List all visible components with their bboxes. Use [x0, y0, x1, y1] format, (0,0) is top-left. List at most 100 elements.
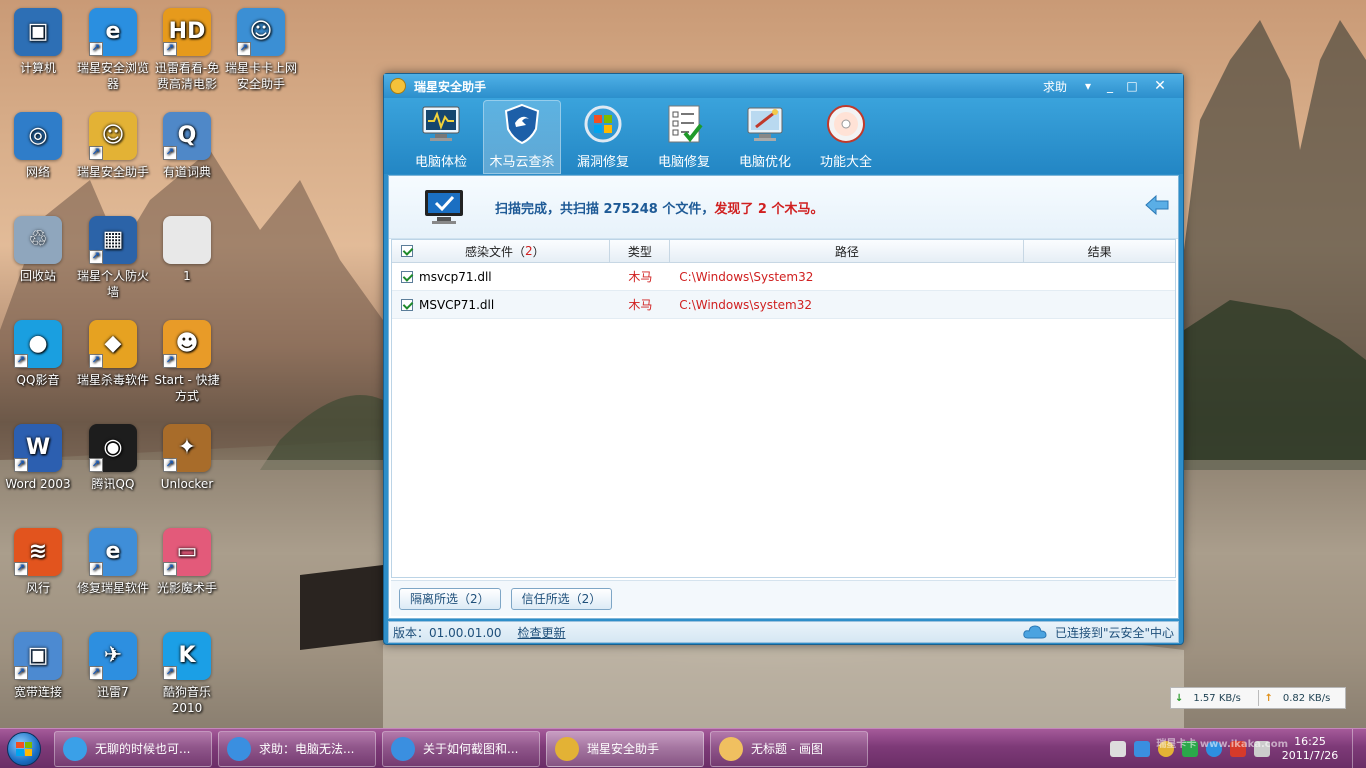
scan-status-banner: 扫描完成，共扫描 275248 个文件，发现了 2 个木马。 [389, 176, 1178, 239]
desktop-icon[interactable]: ☺ ↗ 瑞星安全助手 [76, 112, 150, 180]
task-label: 无聊的时候也可... [95, 742, 191, 756]
desktop-icon[interactable]: Q ↗ 有道词典 [150, 112, 224, 180]
desktop-icon[interactable]: ☺ ↗ 瑞星卡卡上网安全助手 [224, 8, 298, 92]
tool-label: 电脑优化 [738, 155, 791, 170]
desktop-icon[interactable]: ◉ ↗ 腾讯QQ [76, 424, 150, 492]
desktop-icon[interactable]: ◎ 网络 [1, 112, 75, 180]
row-checkbox[interactable] [401, 298, 413, 311]
menu-dropdown-button[interactable]: ▾ [1077, 77, 1099, 95]
quarantine-selected-button[interactable]: 隔离所选（2） [399, 587, 501, 610]
tab-all-features[interactable]: 功能大全 [807, 100, 885, 174]
desktop-icon[interactable]: 1 [150, 216, 224, 284]
shortcut-arrow-icon: ↗ [89, 146, 103, 160]
select-all-checkbox[interactable] [401, 245, 413, 257]
desktop-icon[interactable]: ✦ ↗ Unlocker [150, 424, 224, 492]
desktop-icon[interactable]: HD ↗ 迅雷看看-免费高清电影 [150, 8, 224, 92]
desktop-icon-label: 网络 [25, 165, 50, 179]
desktop-app-icon: ▭ ↗ [163, 528, 211, 576]
desktop-icon[interactable]: e ↗ 瑞星安全浏览器 [76, 8, 150, 92]
help-link[interactable]: 求助 [1043, 78, 1067, 95]
network-speed-widget[interactable]: ↓ 1.57 KB/s ↑ 0.82 KB/s [1170, 687, 1346, 709]
upload-speed: 0.82 KB/s [1282, 692, 1331, 704]
back-arrow-icon[interactable] [1144, 194, 1170, 216]
tab-pc-repair[interactable]: 电脑修复 [645, 100, 723, 174]
desktop-icon[interactable]: ♲ 回收站 [1, 216, 75, 284]
desktop-icon[interactable]: ◆ ↗ 瑞星杀毒软件 [76, 320, 150, 388]
trust-selected-button[interactable]: 信任所选（2） [510, 587, 613, 610]
tab-vulnerability-fix[interactable]: 漏洞修复 [564, 100, 642, 174]
desktop-icon[interactable]: K ↗ 酷狗音乐 2010 [150, 632, 224, 716]
task-app-icon [391, 736, 415, 761]
desktop-icon-label: 瑞星杀毒软件 [76, 373, 149, 387]
watermark: 瑞星卡卡 www.ikaka.com [1156, 739, 1288, 750]
app-logo-icon [390, 78, 406, 94]
table-row[interactable]: msvcp71.dll 木马 C:\Windows\System32 [392, 263, 1175, 291]
taskbar-task[interactable]: 无聊的时候也可... [54, 730, 212, 767]
taskbar-task[interactable]: 瑞星安全助手 [546, 730, 704, 767]
header-type[interactable]: 类型 [610, 240, 671, 262]
desktop-app-icon [163, 216, 211, 264]
row-checkbox[interactable] [401, 270, 413, 283]
tool-label: 功能大全 [819, 155, 872, 170]
taskbar: 无聊的时候也可... 求助：电脑无法... 关于如何截图和... 瑞星安全助手 无标题 … [0, 728, 1366, 768]
desktop-icon[interactable]: ▣ ↗ 宽带连接 [1, 632, 75, 700]
tab-pc-optimize[interactable]: 电脑优化 [726, 100, 804, 174]
clock-date: 2011/7/26 [1281, 749, 1339, 762]
taskbar-task[interactable]: 求助：电脑无法... [218, 730, 376, 767]
desktop-icon[interactable]: e ↗ 修复瑞星软件 [76, 528, 150, 596]
desktop-app-icon: ◆ ↗ [89, 320, 137, 368]
shortcut-arrow-icon: ↗ [163, 666, 177, 680]
scan-summary-prefix: 扫描完成，共扫描 [495, 201, 604, 217]
desktop-icon[interactable]: ▣ 计算机 [1, 8, 75, 76]
desktop-icon[interactable]: ✈ ↗ 迅雷7 [76, 632, 150, 700]
taskbar-task[interactable]: 无标题 - 画图 [710, 730, 868, 767]
header-result[interactable]: 结果 [1024, 240, 1175, 262]
desktop-icon[interactable]: ≋ ↗ 风行 [1, 528, 75, 596]
desktop-app-icon: ✦ ↗ [163, 424, 211, 472]
tool-label: 电脑修复 [657, 155, 710, 170]
show-desktop-button[interactable] [1352, 729, 1366, 768]
start-button[interactable] [0, 729, 48, 768]
shortcut-arrow-icon: ↗ [163, 42, 177, 56]
check-update-link[interactable]: 检查更新 [518, 624, 566, 641]
window-titlebar[interactable]: 瑞星安全助手 求助 ▾ _ □ ✕ [384, 74, 1183, 98]
desktop-icon-label: 光影魔术手 [156, 581, 217, 595]
header-file-count: 2 [525, 244, 533, 258]
desktop-icon-label: 回收站 [19, 269, 56, 283]
shortcut-arrow-icon: ↗ [14, 458, 28, 472]
desktop-icon[interactable]: ▦ ↗ 瑞星个人防火墙 [76, 216, 150, 300]
desktop-icon-label: 酷狗音乐 2010 [162, 685, 211, 715]
desktop-app-icon: e ↗ [89, 8, 137, 56]
desktop-icon-label: 瑞星安全助手 [76, 165, 149, 179]
desktop-icon[interactable]: ☻ ↗ Start - 快捷方式 [150, 320, 224, 404]
cell-type: 木马 [628, 298, 653, 312]
scan-summary: 扫描完成，共扫描 275248 个文件，发现了 2 个木马。 [495, 198, 823, 217]
taskbar-task[interactable]: 关于如何截图和... [382, 730, 540, 767]
desktop-app-icon: ▣ ↗ [14, 632, 62, 680]
desktop-icon-label: 瑞星卡卡上网安全助手 [224, 61, 297, 91]
header-path[interactable]: 路径 [670, 240, 1025, 262]
desktop-icon-label: Word 2003 [5, 477, 71, 491]
tool-label: 电脑体检 [414, 155, 467, 170]
network-globe-icon[interactable] [1134, 741, 1150, 757]
tab-pc-checkup[interactable]: 电脑体检 [402, 100, 480, 174]
cell-path: C:\Windows\System32 [679, 269, 814, 284]
header-infected-file[interactable]: 感染文件（ 2） [392, 240, 611, 262]
minimize-button[interactable]: _ [1099, 77, 1121, 95]
desktop-icon[interactable]: ● ↗ QQ影音 [1, 320, 75, 388]
desktop-app-icon: W ↗ [14, 424, 62, 472]
shortcut-arrow-icon: ↗ [163, 146, 177, 160]
table-row[interactable]: MSVCP71.dll 木马 C:\Windows\system32 [392, 291, 1175, 319]
maximize-button[interactable]: □ [1121, 77, 1143, 95]
keyboard-icon[interactable] [1110, 741, 1126, 757]
desktop-icon[interactable]: ▭ ↗ 光影魔术手 [150, 528, 224, 596]
task-app-icon [719, 736, 743, 761]
window-title: 瑞星安全助手 [414, 79, 487, 94]
task-label: 瑞星安全助手 [587, 742, 660, 756]
header-file-close: ） [532, 244, 545, 259]
close-button[interactable]: ✕ [1143, 77, 1177, 95]
desktop-icon[interactable]: W ↗ Word 2003 [1, 424, 75, 492]
cell-path: C:\Windows\system32 [679, 297, 813, 312]
desktop-app-icon: ≋ ↗ [14, 528, 62, 576]
tab-trojan-scan[interactable]: 木马云查杀 [483, 100, 561, 174]
